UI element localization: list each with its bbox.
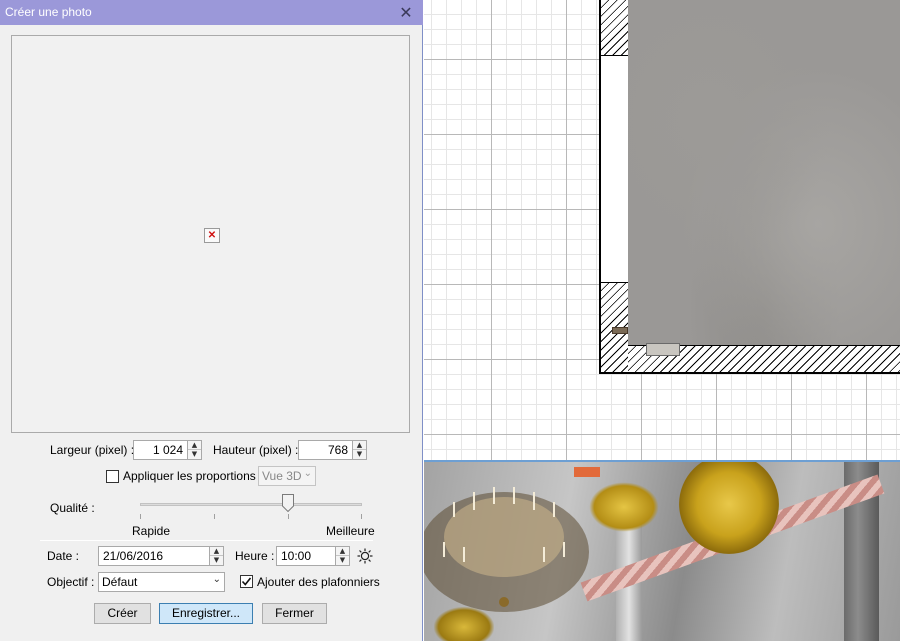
broken-image-icon: ✕	[204, 228, 220, 243]
date-stepper[interactable]: ▲ ▼	[209, 546, 224, 566]
dialog-titlebar[interactable]: Créer une photo ✕	[0, 0, 423, 25]
slider-tick	[288, 514, 289, 519]
chevron-down-icon[interactable]: ▼	[210, 556, 223, 565]
height-input[interactable]: 768	[298, 440, 353, 460]
quality-min-label: Rapide	[132, 524, 171, 538]
chevron-down-icon[interactable]: ▼	[188, 450, 201, 459]
width-stepper[interactable]: ▲ ▼	[187, 440, 202, 460]
quality-slider-thumb[interactable]	[282, 494, 294, 512]
furniture-item[interactable]	[646, 343, 680, 356]
date-label: Date :	[47, 549, 80, 563]
chandelier	[424, 487, 589, 612]
chevron-down-icon[interactable]: ▼	[336, 556, 349, 565]
chevron-down-icon[interactable]: ▼	[353, 450, 366, 459]
quality-slider-track[interactable]	[140, 503, 362, 506]
chevron-down-icon: ⌄	[212, 574, 221, 585]
chevron-up-icon[interactable]: ▲	[353, 441, 366, 450]
app-window: Créer une photo ✕ ✕ Largeur (pixel) : 1 …	[0, 0, 900, 641]
ceiling-lights-checkbox[interactable]	[240, 575, 253, 588]
3d-view[interactable]	[424, 462, 900, 641]
slider-tick	[361, 514, 362, 519]
photo-preview: ✕	[11, 35, 410, 433]
dialog-title: Créer une photo	[5, 5, 92, 19]
objective-label: Objectif :	[47, 575, 95, 589]
sun-icon[interactable]	[357, 548, 373, 564]
height-label: Hauteur (pixel) :	[213, 443, 299, 457]
chevron-up-icon[interactable]: ▲	[188, 441, 201, 450]
proportions-select-value: Vue 3D	[262, 469, 302, 483]
quality-label: Qualité :	[50, 501, 95, 515]
width-label: Largeur (pixel) :	[50, 443, 135, 457]
furniture-item[interactable]	[612, 327, 628, 334]
floor-texture	[628, 0, 900, 345]
objective-select-value: Défaut	[102, 575, 138, 589]
save-button[interactable]: Enregistrer...	[159, 603, 253, 624]
date-input[interactable]: 21/06/2016	[98, 546, 210, 566]
close-button[interactable]: Fermer	[262, 603, 327, 624]
proportions-label: Appliquer les proportions :	[123, 469, 263, 483]
create-button[interactable]: Créer	[94, 603, 151, 624]
time-label: Heure :	[235, 549, 275, 563]
create-photo-dialog: Créer une photo ✕ ✕ Largeur (pixel) : 1 …	[0, 0, 423, 641]
gold-ornament	[589, 482, 659, 532]
height-stepper[interactable]: ▲ ▼	[352, 440, 367, 460]
chevron-down-icon: ⌄	[303, 468, 312, 479]
chevron-up-icon[interactable]: ▲	[336, 547, 349, 556]
slider-tick	[214, 514, 215, 519]
close-icon[interactable]: ✕	[389, 0, 423, 25]
proportions-checkbox[interactable]	[106, 470, 119, 483]
plan-view[interactable]	[424, 0, 900, 460]
window-opening	[601, 56, 628, 282]
time-stepper[interactable]: ▲ ▼	[335, 546, 350, 566]
slider-tick	[140, 514, 141, 519]
separator	[40, 540, 373, 541]
width-input[interactable]: 1 024	[133, 440, 188, 460]
time-input[interactable]: 10:00	[276, 546, 336, 566]
chevron-up-icon[interactable]: ▲	[210, 547, 223, 556]
wall-hatch	[601, 0, 628, 56]
proportions-select[interactable]: Vue 3D ⌄	[258, 466, 316, 486]
objective-select[interactable]: Défaut ⌄	[98, 572, 225, 592]
checkmark-icon	[241, 577, 252, 586]
quality-max-label: Meilleure	[326, 524, 375, 538]
ceiling-lights-label: Ajouter des plafonniers	[257, 575, 380, 589]
